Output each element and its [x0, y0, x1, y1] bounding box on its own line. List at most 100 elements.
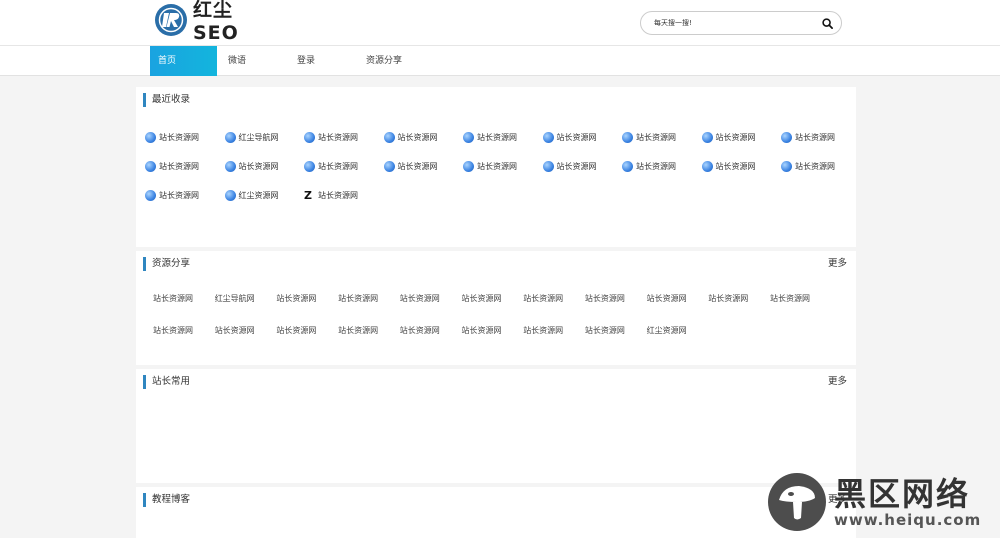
recent-site-link[interactable]: 站长资源网	[224, 161, 279, 172]
recent-site-link[interactable]: 站长资源网	[622, 161, 676, 172]
resource-link[interactable]: 站长资源网	[276, 293, 316, 304]
search-box	[640, 11, 842, 35]
site-label: 站长资源网	[636, 133, 676, 142]
nav-item-login[interactable]: 登录	[297, 46, 315, 76]
resource-link[interactable]: 站长资源网	[585, 293, 625, 304]
resource-link[interactable]: 站长资源网	[523, 293, 563, 304]
resource-link[interactable]: 红尘导航网	[215, 293, 255, 304]
site-header: 红尘SEO	[0, 0, 1000, 46]
recent-site-link[interactable]: 站长资源网	[781, 132, 835, 143]
recent-site-link[interactable]: 站长资源网	[145, 161, 199, 172]
nav-item-resources[interactable]: 资源分享	[366, 46, 402, 76]
recent-site-link[interactable]: 站长资源网	[622, 132, 676, 143]
site-label: 站长资源网	[397, 133, 438, 142]
globe-icon	[224, 161, 236, 172]
nav-item-weiyu[interactable]: 微语	[228, 46, 246, 76]
recent-site-link[interactable]: 红尘资源网	[224, 190, 279, 201]
globe-icon	[701, 132, 713, 143]
resource-link[interactable]: 站长资源网	[276, 325, 316, 336]
recent-site-link[interactable]: 站长资源网	[145, 132, 199, 143]
resource-link[interactable]: 站长资源网	[153, 325, 193, 336]
recent-panel: 最近收录 站长资源网 红尘导航网 站长资源网 站长资源网 站长资源网 站长资源网 站长资源网…	[136, 87, 856, 247]
resource-link[interactable]: 站长资源网	[400, 325, 440, 336]
watermark-logo: 黑区网络 www.heiqu.com	[768, 472, 993, 532]
globe-icon	[542, 161, 554, 172]
globe-icon	[542, 132, 554, 143]
globe-icon	[781, 132, 792, 143]
resource-link[interactable]: 站长资源网	[585, 325, 625, 336]
panel-title: 资源分享	[143, 257, 190, 271]
site-label: 站长资源网	[556, 162, 597, 171]
site-label: 站长资源网	[715, 162, 756, 171]
recent-site-link[interactable]: 红尘导航网	[224, 132, 279, 143]
recent-site-link[interactable]: Z 站长资源网	[304, 190, 358, 201]
watermark-url: www.heiqu.com	[834, 511, 982, 529]
resource-link[interactable]: 站长资源网	[338, 325, 378, 336]
search-icon	[821, 17, 833, 29]
more-link[interactable]: 更多	[828, 257, 847, 271]
main-nav: 首页 微语 登录 资源分享	[0, 46, 1000, 76]
logo-mark-icon	[155, 3, 187, 36]
more-link[interactable]: 更多	[828, 375, 847, 389]
globe-icon	[304, 132, 315, 143]
globe-icon	[701, 161, 713, 172]
resource-link[interactable]: 站长资源网	[708, 293, 748, 304]
watermark-mushroom-icon	[768, 473, 826, 531]
search-input[interactable]	[641, 12, 813, 34]
site-logo[interactable]: 红尘SEO	[155, 0, 271, 44]
nav-item-home[interactable]: 首页	[150, 46, 217, 76]
site-label: 站长资源网	[318, 133, 358, 142]
recent-site-link[interactable]: 站长资源网	[463, 132, 517, 143]
resource-link[interactable]: 站长资源网	[523, 325, 563, 336]
resource-link[interactable]: 站长资源网	[462, 293, 502, 304]
resource-link[interactable]: 站长资源网	[462, 325, 502, 336]
recent-site-link[interactable]: 站长资源网	[304, 161, 358, 172]
site-label: 站长资源网	[477, 133, 517, 142]
site-label: 站长资源网	[159, 191, 199, 200]
globe-icon	[224, 132, 236, 143]
site-label: 站长资源网	[159, 162, 199, 171]
search-button[interactable]	[813, 12, 841, 34]
globe-icon	[224, 190, 236, 201]
site-label: 站长资源网	[636, 162, 676, 171]
globe-icon	[622, 161, 633, 172]
panel-title: 教程博客	[143, 493, 190, 507]
resource-link[interactable]: 站长资源网	[338, 293, 378, 304]
site-label: 红尘资源网	[238, 191, 279, 200]
recent-site-link[interactable]: 站长资源网	[383, 161, 438, 172]
recent-site-link[interactable]: 站长资源网	[304, 132, 358, 143]
z-logo-icon: Z	[304, 189, 312, 202]
globe-icon	[463, 161, 474, 172]
recent-site-link[interactable]: 站长资源网	[542, 132, 597, 143]
site-label: 站长资源网	[318, 191, 358, 200]
panel-title: 最近收录	[143, 93, 190, 107]
common-panel: 站长常用 更多	[136, 369, 856, 483]
resource-link[interactable]: 站长资源网	[153, 293, 193, 304]
site-label: 站长资源网	[715, 133, 756, 142]
resource-link[interactable]: 站长资源网	[400, 293, 440, 304]
globe-icon	[463, 132, 474, 143]
site-label: 红尘导航网	[238, 133, 279, 142]
recent-site-link[interactable]: 站长资源网	[463, 161, 517, 172]
resource-link[interactable]: 站长资源网	[770, 293, 810, 304]
recent-site-link[interactable]: 站长资源网	[145, 190, 199, 201]
resource-link[interactable]: 红尘资源网	[647, 325, 687, 336]
site-label: 站长资源网	[795, 133, 835, 142]
globe-icon	[781, 161, 792, 172]
site-label: 站长资源网	[159, 133, 199, 142]
recent-site-link[interactable]: 站长资源网	[701, 161, 756, 172]
resource-link[interactable]: 站长资源网	[647, 293, 687, 304]
recent-site-link[interactable]: 站长资源网	[542, 161, 597, 172]
globe-icon	[145, 190, 156, 201]
site-label: 站长资源网	[397, 162, 438, 171]
site-label: 站长资源网	[477, 162, 517, 171]
globe-icon	[383, 132, 395, 143]
panel-title: 站长常用	[143, 375, 190, 389]
recent-site-link[interactable]: 站长资源网	[781, 161, 835, 172]
recent-site-link[interactable]: 站长资源网	[701, 132, 756, 143]
globe-icon	[145, 132, 156, 143]
resource-link[interactable]: 站长资源网	[215, 325, 255, 336]
blog-panel: 教程博客 更多	[136, 487, 856, 538]
site-label: 站长资源网	[318, 162, 358, 171]
recent-site-link[interactable]: 站长资源网	[383, 132, 438, 143]
